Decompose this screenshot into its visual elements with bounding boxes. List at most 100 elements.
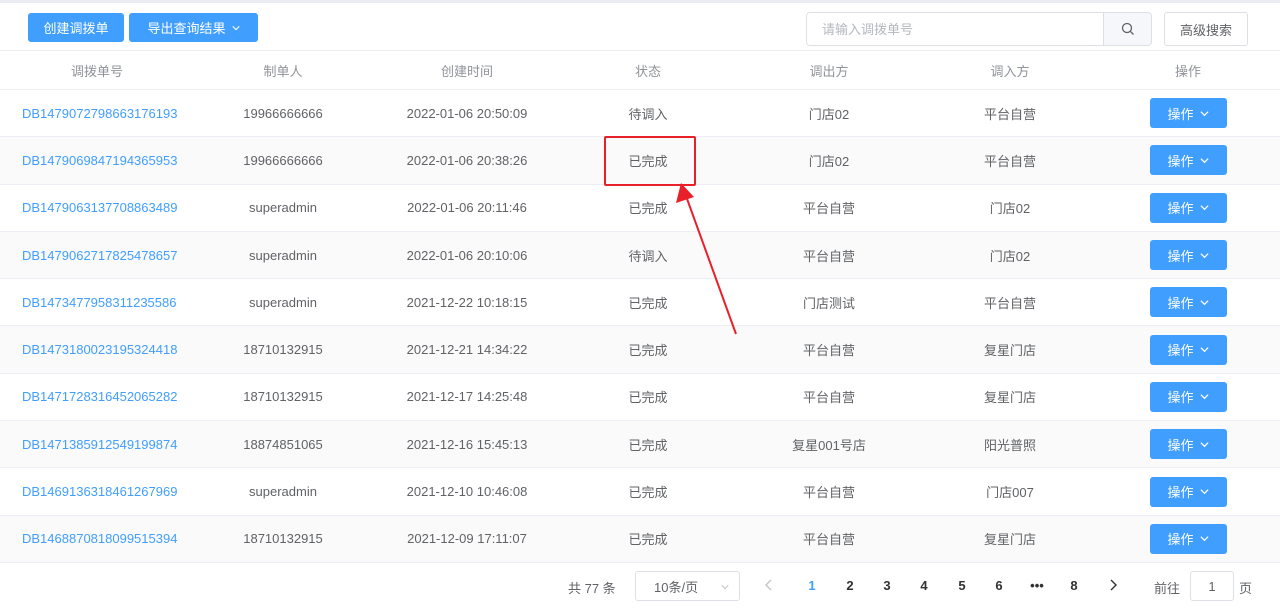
actions-cell: 操作: [1096, 381, 1280, 412]
search-box: [806, 12, 1152, 46]
transfer-no-link[interactable]: DB1471385912549199874: [0, 437, 194, 452]
page-number-button[interactable]: 5: [952, 578, 972, 593]
advanced-search-button[interactable]: 高级搜索: [1164, 12, 1248, 46]
table-row: DB1471728316452065282 18710132915 2021-12-…: [0, 374, 1280, 422]
transfer-no-link[interactable]: DB1479063137708863489: [0, 200, 194, 215]
creator-cell: superadmin: [249, 200, 317, 216]
chevron-down-icon: [1199, 394, 1209, 400]
from-cell: 平台自营: [802, 532, 855, 548]
to-cell: 门店02: [989, 201, 1031, 217]
created-time-cell: 2021-12-21 14:34:22: [406, 342, 528, 358]
row-actions-button[interactable]: 操作: [1149, 476, 1227, 507]
row-actions-button[interactable]: 操作: [1149, 523, 1227, 554]
transfer-no-link[interactable]: DB1471728316452065282: [0, 389, 194, 404]
from-cell: 平台自营: [802, 485, 855, 501]
creator-cell: superadmin: [249, 294, 317, 310]
export-results-button[interactable]: 导出查询结果: [129, 13, 258, 42]
to-cell: 门店02: [989, 248, 1031, 264]
status-cell: 已完成: [628, 532, 668, 548]
more-pages-button[interactable]: •••: [1027, 578, 1047, 593]
search-input[interactable]: [807, 13, 1103, 45]
row-actions-button[interactable]: 操作: [1149, 98, 1227, 129]
chevron-down-icon: [1199, 441, 1209, 447]
row-actions-label: 操作: [1167, 295, 1194, 311]
row-actions-button[interactable]: 操作: [1149, 381, 1227, 412]
created-time-cell: 2021-12-10 10:46:08: [406, 484, 528, 500]
row-actions-button[interactable]: 操作: [1149, 287, 1227, 318]
goto-page-input[interactable]: [1190, 571, 1234, 601]
header-actions: 操作: [1174, 63, 1201, 79]
page-number-button[interactable]: 1: [802, 578, 822, 593]
chevron-right-icon: [1110, 579, 1117, 591]
actions-cell: 操作: [1096, 523, 1280, 554]
chevron-down-icon: [1199, 489, 1209, 495]
pagination: 共 77 条 10条/页 1 2 3 4 5 6 ••• 8 前往 页: [0, 568, 1280, 606]
chevron-down-icon: [1199, 110, 1209, 116]
search-button[interactable]: [1103, 13, 1151, 45]
to-cell: 复星门店: [983, 390, 1036, 406]
transfer-no-link[interactable]: DB1479069847194365953: [0, 153, 194, 168]
transfer-no-link[interactable]: DB1468870818099515394: [0, 531, 194, 546]
creator-cell: 18710132915: [243, 342, 323, 358]
export-results-label: 导出查询结果: [147, 21, 226, 36]
to-cell: 平台自营: [983, 295, 1036, 311]
row-actions-label: 操作: [1167, 106, 1194, 122]
chevron-down-icon: [1199, 252, 1209, 258]
header-status: 状态: [634, 63, 661, 79]
to-cell: 阳光普照: [983, 437, 1036, 453]
creator-cell: 18710132915: [243, 389, 323, 405]
transfer-no-link[interactable]: DB1479062717825478657: [0, 248, 194, 263]
table-header: 调拨单号 制单人 创建时间 状态 调出方 调入方 操作: [0, 50, 1280, 90]
from-cell: 平台自营: [802, 248, 855, 264]
header-from: 调出方: [809, 63, 849, 79]
actions-cell: 操作: [1096, 429, 1280, 460]
row-actions-button[interactable]: 操作: [1149, 334, 1227, 365]
row-actions-button[interactable]: 操作: [1149, 240, 1227, 271]
transfer-no-link[interactable]: DB1473180023195324418: [0, 342, 194, 357]
header-created-time: 创建时间: [440, 63, 493, 79]
actions-cell: 操作: [1096, 192, 1280, 223]
created-time-cell: 2021-12-16 15:45:13: [406, 436, 528, 452]
page-number-button[interactable]: 8: [1064, 578, 1084, 593]
status-cell: 待调入: [628, 106, 668, 122]
table-row: DB1479062717825478657 superadmin 2022-01-0…: [0, 231, 1280, 280]
table-row: DB1468870818099515394 18710132915 2021-12-…: [0, 515, 1280, 563]
chevron-left-icon: [765, 579, 772, 591]
creator-cell: superadmin: [249, 484, 317, 500]
transfer-no-link[interactable]: DB1469136318461267969: [0, 484, 194, 499]
page-size-select[interactable]: 10条/页: [635, 571, 740, 601]
transfer-no-link[interactable]: DB1479072798663176193: [0, 106, 194, 121]
creator-cell: 18710132915: [243, 531, 323, 547]
row-actions-label: 操作: [1167, 532, 1194, 548]
next-page-button[interactable]: [1108, 578, 1118, 594]
row-actions-button[interactable]: 操作: [1149, 145, 1227, 176]
created-time-cell: 2022-01-06 20:10:06: [406, 247, 528, 263]
transfer-no-link[interactable]: DB1473477958311235586: [0, 295, 194, 310]
page-number-button[interactable]: 6: [989, 578, 1009, 593]
page-number-button[interactable]: 4: [914, 578, 934, 593]
page-number-button[interactable]: 2: [840, 578, 860, 593]
transfer-table: 调拨单号 制单人 创建时间 状态 调出方 调入方 操作 DB1479072798…: [0, 50, 1280, 563]
pagination-total: 共 77 条: [568, 581, 616, 596]
status-highlight-box: [604, 136, 696, 186]
row-actions-button[interactable]: 操作: [1149, 429, 1227, 460]
table-row: DB1479063137708863489 superadmin 2022-01-0…: [0, 185, 1280, 232]
from-cell: 平台自营: [802, 201, 855, 217]
page-suffix: 页: [1239, 581, 1253, 596]
row-actions-label: 操作: [1167, 153, 1194, 169]
chevron-down-icon: [1199, 536, 1209, 542]
to-cell: 门店007: [986, 485, 1034, 501]
actions-cell: 操作: [1096, 240, 1280, 271]
search-icon: [1121, 22, 1134, 35]
to-cell: 平台自营: [983, 106, 1036, 122]
row-actions-button[interactable]: 操作: [1149, 192, 1227, 223]
page-number-button[interactable]: 3: [877, 578, 897, 593]
created-time-cell: 2021-12-17 14:25:48: [406, 389, 528, 405]
prev-page-button[interactable]: [764, 578, 774, 594]
chevron-down-icon: [1199, 158, 1209, 164]
status-cell: 待调入: [628, 248, 668, 264]
to-cell: 复星门店: [983, 532, 1036, 548]
actions-cell: 操作: [1096, 476, 1280, 507]
table-row: DB1469136318461267969 superadmin 2021-12-1…: [0, 468, 1280, 516]
create-transfer-button[interactable]: 创建调拨单: [28, 13, 124, 42]
